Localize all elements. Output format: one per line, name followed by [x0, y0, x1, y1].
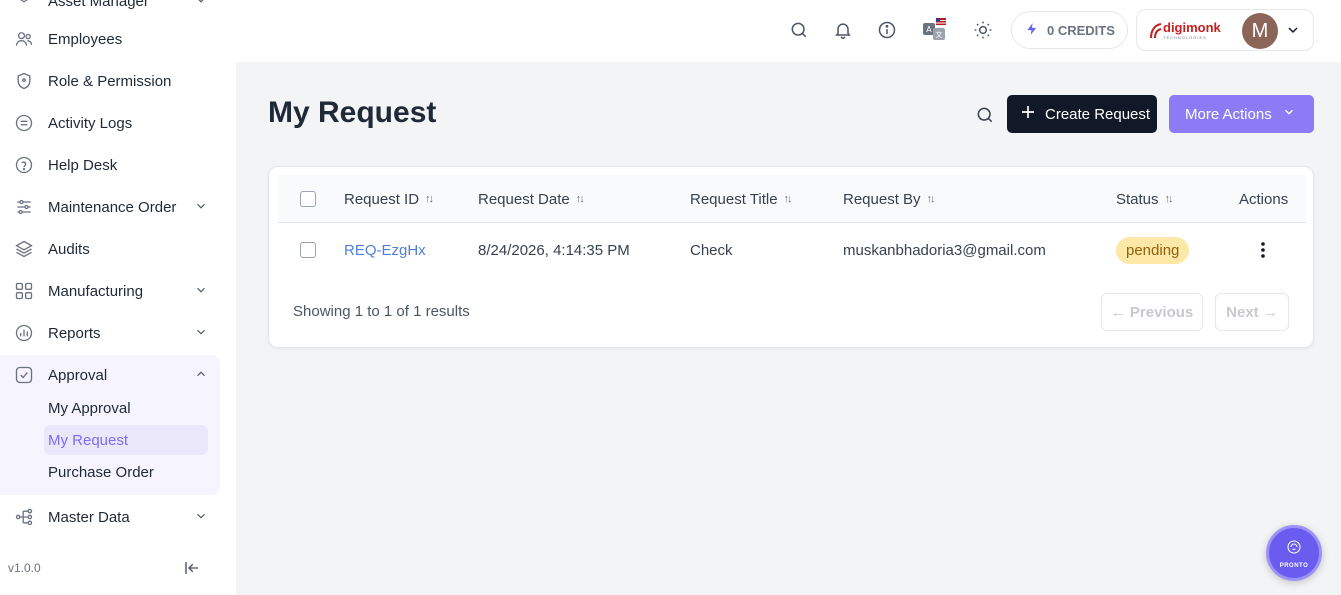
chevron-down-icon — [194, 509, 208, 527]
next-page-button[interactable]: Next → — [1215, 293, 1289, 331]
sidebar-item-reports[interactable]: Reports — [0, 312, 220, 354]
sidebar-item-label: Approval — [48, 366, 108, 384]
row-actions-kebab-icon[interactable] — [1260, 224, 1266, 276]
requests-table-card: Request ID ↑↓ Request Date ↑↓ Request Titl… — [268, 166, 1314, 348]
create-request-button[interactable]: Create Request — [1007, 95, 1157, 133]
svg-text:文: 文 — [936, 30, 943, 39]
search-icon[interactable] — [788, 19, 810, 41]
chevron-down-icon — [194, 0, 208, 11]
sidebar-item-master-data[interactable]: Master Data — [0, 496, 220, 538]
sidebar-item-label: Help Desk — [48, 156, 118, 174]
sidebar-sub-my-approval[interactable]: My Approval — [44, 393, 208, 423]
users-icon — [14, 29, 34, 49]
chevron-down-icon — [194, 283, 208, 301]
column-header-request-title[interactable]: Request Title ↑↓ — [690, 175, 793, 223]
grid-icon — [14, 281, 34, 301]
table-row[interactable]: REQ-EzgHx 8/24/2026, 4:14:35 PM Check mu… — [278, 224, 1306, 276]
sidebar-item-employees[interactable]: Employees — [0, 18, 220, 60]
collapse-sidebar-icon[interactable] — [180, 556, 204, 580]
asset-icon — [14, 0, 34, 11]
sidebar-item-label: Maintenance Order — [48, 198, 177, 216]
sidebar-item-label: Manufacturing — [48, 282, 144, 300]
sidebar-item-role-permission[interactable]: Role & Permission — [0, 60, 220, 102]
help-icon — [14, 155, 34, 175]
more-actions-button[interactable]: More Actions — [1169, 95, 1314, 133]
credits-button[interactable]: 0 CREDITS — [1011, 11, 1128, 49]
sort-icon: ↑↓ — [1164, 193, 1174, 205]
assistant-icon — [1285, 538, 1303, 561]
create-request-label: Create Request — [1045, 105, 1151, 123]
topbar: A文 0 CREDITS digimonk TECHNOLOGIES M — [236, 0, 1341, 62]
chart-icon — [14, 323, 34, 343]
svg-text:A: A — [926, 25, 932, 34]
sort-icon: ↑↓ — [926, 193, 936, 205]
check-square-icon — [14, 365, 34, 385]
sidebar-item-manufacturing[interactable]: Manufacturing — [0, 270, 220, 312]
chevron-up-icon — [194, 367, 208, 385]
chevron-down-icon — [194, 325, 208, 343]
sort-icon: ↑↓ — [425, 193, 434, 205]
search-icon[interactable] — [974, 104, 996, 126]
request-title: Check — [690, 241, 733, 259]
sidebar-item-label: Master Data — [48, 508, 130, 526]
sliders-icon — [14, 197, 34, 217]
sidebar: Asset Manager Employees Role & Permissio… — [0, 0, 236, 595]
bell-icon[interactable] — [832, 19, 854, 41]
column-header-request-by[interactable]: Request By ↑↓ — [843, 175, 936, 223]
app-version: v1.0.0 — [8, 561, 41, 575]
select-all-checkbox[interactable] — [300, 191, 316, 207]
sidebar-item-label: Employees — [48, 30, 123, 48]
sidebar-item-label: Audits — [48, 240, 90, 258]
layers-icon — [14, 239, 34, 259]
sidebar-item-maintenance-order[interactable]: Maintenance Order — [0, 186, 220, 228]
sidebar-sub-my-request[interactable]: My Request — [44, 425, 208, 455]
page-title: My Request — [268, 96, 437, 129]
table-header: Request ID ↑↓ Request Date ↑↓ Request Titl… — [278, 175, 1306, 223]
request-date: 8/24/2026, 4:14:35 PM — [478, 241, 630, 259]
sidebar-item-help-desk[interactable]: Help Desk — [0, 144, 220, 186]
bolt-icon — [1025, 21, 1039, 40]
main-content: My Request Create Request More Actions R… — [236, 62, 1341, 595]
status-badge: pending — [1116, 236, 1190, 264]
profile-menu[interactable]: digimonk TECHNOLOGIES M — [1136, 9, 1314, 51]
column-header-request-date[interactable]: Request Date ↑↓ — [478, 175, 585, 223]
more-actions-label: More Actions — [1185, 105, 1272, 123]
info-icon[interactable] — [876, 19, 898, 41]
sidebar-item-approval[interactable]: Approval — [0, 354, 220, 396]
sort-icon: ↑↓ — [575, 193, 585, 205]
column-header-actions: Actions — [1239, 190, 1289, 208]
translate-icon[interactable]: A文 — [922, 18, 948, 41]
request-id-link[interactable]: REQ-EzgHx — [344, 224, 426, 276]
sidebar-item-label: Role & Permission — [48, 72, 172, 90]
sort-icon: ↑↓ — [783, 193, 793, 205]
chevron-down-icon[interactable] — [1285, 22, 1301, 43]
hierarchy-icon — [14, 507, 34, 527]
theme-sun-icon[interactable] — [972, 19, 994, 41]
company-logo: digimonk TECHNOLOGIES — [1149, 20, 1229, 42]
column-header-request-id[interactable]: Request ID ↑↓ — [344, 175, 434, 223]
avatar[interactable]: M — [1242, 13, 1278, 49]
sidebar-item-label: Asset Manager — [48, 0, 149, 10]
assistant-fab-button[interactable]: PRONTO — [1266, 525, 1322, 581]
sidebar-item-label: Activity Logs — [48, 114, 133, 132]
pagination-summary: Showing 1 to 1 of 1 results — [293, 303, 470, 320]
list-icon — [14, 113, 34, 133]
shield-icon — [14, 71, 34, 91]
sidebar-item-label: Reports — [48, 324, 101, 342]
chevron-down-icon — [194, 199, 208, 217]
sidebar-item-audits[interactable]: Audits — [0, 228, 220, 270]
plus-icon — [1019, 103, 1037, 125]
sidebar-sub-purchase-order[interactable]: Purchase Order — [44, 457, 208, 487]
chevron-down-icon — [1282, 105, 1296, 123]
assistant-label: PRONTO — [1279, 562, 1309, 569]
request-by: muskanbhadoria3@gmail.com — [843, 241, 1046, 259]
credits-label: 0 CREDITS — [1047, 22, 1115, 38]
previous-page-button[interactable]: ← Previous — [1101, 293, 1203, 331]
column-header-status[interactable]: Status ↑↓ — [1116, 175, 1174, 223]
sidebar-item-activity-logs[interactable]: Activity Logs — [0, 102, 220, 144]
row-checkbox[interactable] — [300, 242, 316, 258]
